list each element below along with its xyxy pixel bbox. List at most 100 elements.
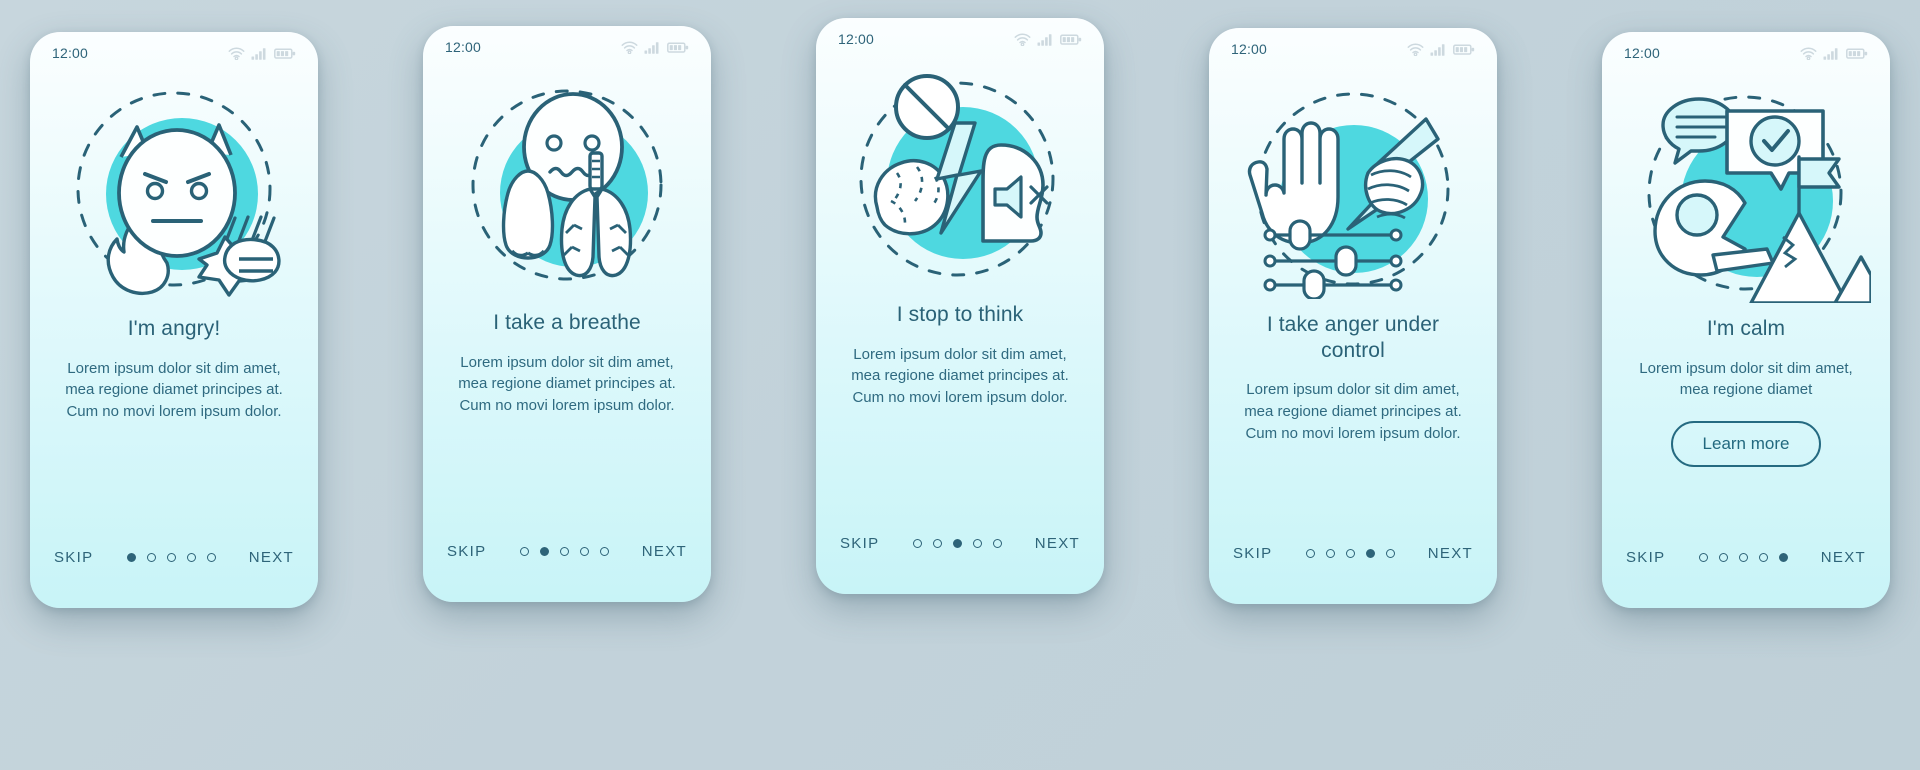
battery-icon: [274, 47, 296, 59]
pagination-dot-5[interactable]: [992, 538, 1002, 548]
head-profile-icon: [981, 143, 1049, 243]
status-icons: [1014, 33, 1082, 46]
next-button[interactable]: NEXT: [249, 549, 294, 566]
status-icons: [228, 47, 296, 60]
pagination-dots[interactable]: [1698, 552, 1788, 562]
status-bar: 12:00: [423, 26, 711, 68]
pagination-dots[interactable]: [519, 546, 609, 556]
screen-description: Lorem ipsum dolor sit dim amet, mea regi…: [851, 345, 1069, 407]
skip-button[interactable]: SKIP: [447, 543, 486, 560]
battery-icon: [1453, 43, 1475, 55]
status-icons: [621, 41, 689, 54]
illustration-anger-control: [1247, 92, 1450, 299]
screen-calm: 12:00 I'm calm Lorem ipsum dolor sit dim…: [1602, 32, 1890, 608]
content-area: I'm angry! Lorem ipsum dolor sit dim ame…: [30, 306, 318, 522]
pagination-dot-5[interactable]: [599, 546, 609, 556]
onboarding-footer: SKIP NEXT: [1602, 522, 1890, 608]
illustration-area: [1602, 74, 1890, 306]
pagination-dot-4[interactable]: [186, 552, 196, 562]
status-time: 12:00: [838, 31, 875, 47]
screen-anger-under-control: 12:00 I take anger under control Lorem i…: [1209, 28, 1497, 604]
wifi-icon: [621, 41, 638, 54]
onboarding-footer: SKIP NEXT: [423, 516, 711, 602]
pagination-dot-1[interactable]: [1698, 552, 1708, 562]
screen-description: Lorem ipsum dolor sit dim amet, mea regi…: [1639, 359, 1853, 399]
pagination-dot-4[interactable]: [972, 538, 982, 548]
nose-icon: [501, 169, 555, 260]
battery-icon: [667, 41, 689, 53]
screen-description: Lorem ipsum dolor sit dim amet, mea regi…: [458, 353, 676, 415]
pagination-dot-3[interactable]: [1345, 548, 1355, 558]
slider-thumb-1: [1288, 219, 1312, 251]
status-bar: 12:00: [1209, 28, 1497, 70]
wifi-icon: [1800, 47, 1817, 60]
pagination-dot-5[interactable]: [1778, 552, 1788, 562]
pagination-dot-2[interactable]: [146, 552, 156, 562]
brain-icon: [873, 158, 950, 236]
status-icons: [1800, 47, 1868, 60]
check-circle: [1749, 115, 1801, 167]
pagination-dot-1[interactable]: [1305, 548, 1315, 558]
screen-title: I take a breathe: [493, 311, 641, 334]
skip-button[interactable]: SKIP: [1233, 545, 1272, 562]
pagination-dot-3[interactable]: [559, 546, 569, 556]
face-oval: [117, 128, 237, 258]
wifi-icon: [1014, 33, 1031, 46]
battery-icon: [1846, 47, 1868, 59]
fist-icon: [222, 237, 281, 283]
pagination-dot-1[interactable]: [912, 538, 922, 548]
status-time: 12:00: [445, 39, 482, 55]
status-time: 12:00: [1624, 45, 1661, 61]
illustration-area: [30, 74, 318, 306]
pagination-dot-1[interactable]: [126, 552, 136, 562]
pagination-dot-5[interactable]: [206, 552, 216, 562]
pagination-dot-4[interactable]: [1758, 552, 1768, 562]
onboarding-screens-container: 12:00 I'm angry! Lorem ipsum dolor sit d…: [0, 0, 1920, 770]
devil-face: [117, 123, 237, 258]
pagination-dot-4[interactable]: [579, 546, 589, 556]
skip-button[interactable]: SKIP: [840, 535, 879, 552]
next-button[interactable]: NEXT: [1821, 549, 1866, 566]
status-bar: 12:00: [1602, 32, 1890, 74]
battery-icon: [1060, 33, 1082, 45]
pagination-dots[interactable]: [912, 538, 1002, 548]
skip-button[interactable]: SKIP: [54, 549, 93, 566]
pagination-dots[interactable]: [1305, 548, 1395, 558]
learn-more-button[interactable]: Learn more: [1670, 421, 1822, 468]
prohibition-icon: [894, 74, 960, 140]
pagination-dot-2[interactable]: [1325, 548, 1335, 558]
content-area: I stop to think Lorem ipsum dolor sit di…: [816, 292, 1104, 508]
pagination-dot-4[interactable]: [1365, 548, 1375, 558]
screen-title: I'm angry!: [127, 317, 221, 340]
next-button[interactable]: NEXT: [1428, 545, 1473, 562]
pagination-dot-3[interactable]: [1738, 552, 1748, 562]
status-bar: 12:00: [30, 32, 318, 74]
content-area: I take anger under control Lorem ipsum d…: [1209, 302, 1497, 518]
pagination-dots[interactable]: [126, 552, 216, 562]
onboarding-footer: SKIP NEXT: [1209, 518, 1497, 604]
illustration-stop-to-think: [859, 74, 1055, 277]
pagination-dot-1[interactable]: [519, 546, 529, 556]
screen-angry: 12:00 I'm angry! Lorem ipsum dolor sit d…: [30, 32, 318, 608]
next-button[interactable]: NEXT: [642, 543, 687, 560]
content-area: I take a breathe Lorem ipsum dolor sit d…: [423, 300, 711, 516]
pagination-dot-5[interactable]: [1385, 548, 1395, 558]
screen-breathe: 12:00 I take a breathe Lorem ipsum dolor…: [423, 26, 711, 602]
pagination-dot-2[interactable]: [932, 538, 942, 548]
flag-banner: [1797, 157, 1841, 189]
skip-button[interactable]: SKIP: [1626, 549, 1665, 566]
illustration-area: [816, 60, 1104, 292]
illustration-calm: [1647, 95, 1871, 303]
mountain-right: [1833, 255, 1871, 303]
signal-icon: [644, 41, 659, 54]
pagination-dot-2[interactable]: [539, 546, 549, 556]
pagination-dot-3[interactable]: [952, 538, 962, 548]
screen-stop-to-think: 12:00 I stop to think Lorem ipsum dolor …: [816, 18, 1104, 594]
slider-thumb-3: [1302, 269, 1326, 299]
pagination-dot-2[interactable]: [1718, 552, 1728, 562]
pagination-dot-3[interactable]: [166, 552, 176, 562]
content-area: I'm calm Lorem ipsum dolor sit dim amet,…: [1602, 306, 1890, 522]
slider-thumb-2: [1334, 245, 1358, 277]
next-button[interactable]: NEXT: [1035, 535, 1080, 552]
onboarding-footer: SKIP NEXT: [816, 508, 1104, 594]
